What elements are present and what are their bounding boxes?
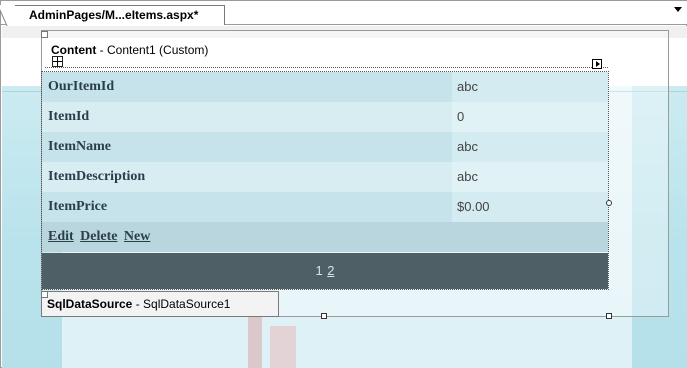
pager-row: 1 2 <box>42 253 608 289</box>
tab-list-dropdown-icon[interactable] <box>674 7 682 12</box>
pager-current-page: 1 <box>315 263 323 278</box>
field-label: ItemPrice <box>42 192 452 222</box>
designer-window: AdminPages/M...eItems.aspx* Content - Co… <box>0 0 687 368</box>
resize-handle-bottom[interactable] <box>321 313 327 319</box>
move-handle-icon[interactable] <box>52 56 63 67</box>
pager-page-link[interactable]: 2 <box>327 263 334 278</box>
sqldatasource-title: SqlDataSource - SqlDataSource1 <box>47 297 230 311</box>
resize-handle-bottom-right[interactable] <box>606 313 612 319</box>
field-value: 0 <box>452 102 608 132</box>
command-row: Edit Delete New <box>42 222 608 252</box>
sqldatasource-desc: - SqlDataSource1 <box>132 297 231 311</box>
field-value: abc <box>452 132 608 162</box>
field-label: ItemName <box>42 132 452 162</box>
document-tab-strip: AdminPages/M...eItems.aspx* <box>1 1 687 25</box>
watermark-shape <box>270 326 296 368</box>
details-row-ouritemid[interactable]: OurItemId abc <box>42 72 608 102</box>
field-label: ItemId <box>42 102 452 132</box>
watermark-shape <box>248 316 262 368</box>
field-value: $0.00 <box>452 192 608 222</box>
details-row-itemprice[interactable]: ItemPrice $0.00 <box>42 192 608 222</box>
details-row-itemdescription[interactable]: ItemDescription abc <box>42 162 608 192</box>
edit-link[interactable]: Edit <box>48 229 74 244</box>
details-row-itemid[interactable]: ItemId 0 <box>42 102 608 132</box>
smart-tag-icon[interactable] <box>592 59 602 69</box>
content-region-border <box>45 67 608 69</box>
content-glyph-icon <box>41 31 48 38</box>
content-control-title: Content - Content1 (Custom) <box>51 43 208 57</box>
details-view[interactable]: OurItemId abc ItemId 0 ItemName abc Item… <box>41 71 609 290</box>
delete-link[interactable]: Delete <box>80 229 117 244</box>
field-value: abc <box>452 72 608 102</box>
content-control-name: Content <box>51 43 97 57</box>
field-label: ItemDescription <box>42 162 452 192</box>
resize-handle-right[interactable] <box>606 200 612 206</box>
sqldatasource-name: SqlDataSource <box>47 297 133 311</box>
details-row-itemname[interactable]: ItemName abc <box>42 132 608 162</box>
field-label: OurItemId <box>42 72 452 102</box>
field-value: abc <box>452 162 608 192</box>
new-link[interactable]: New <box>124 229 150 244</box>
document-tab[interactable]: AdminPages/M...eItems.aspx* <box>15 5 225 25</box>
content-control-desc: - Content1 (Custom) <box>96 43 209 57</box>
